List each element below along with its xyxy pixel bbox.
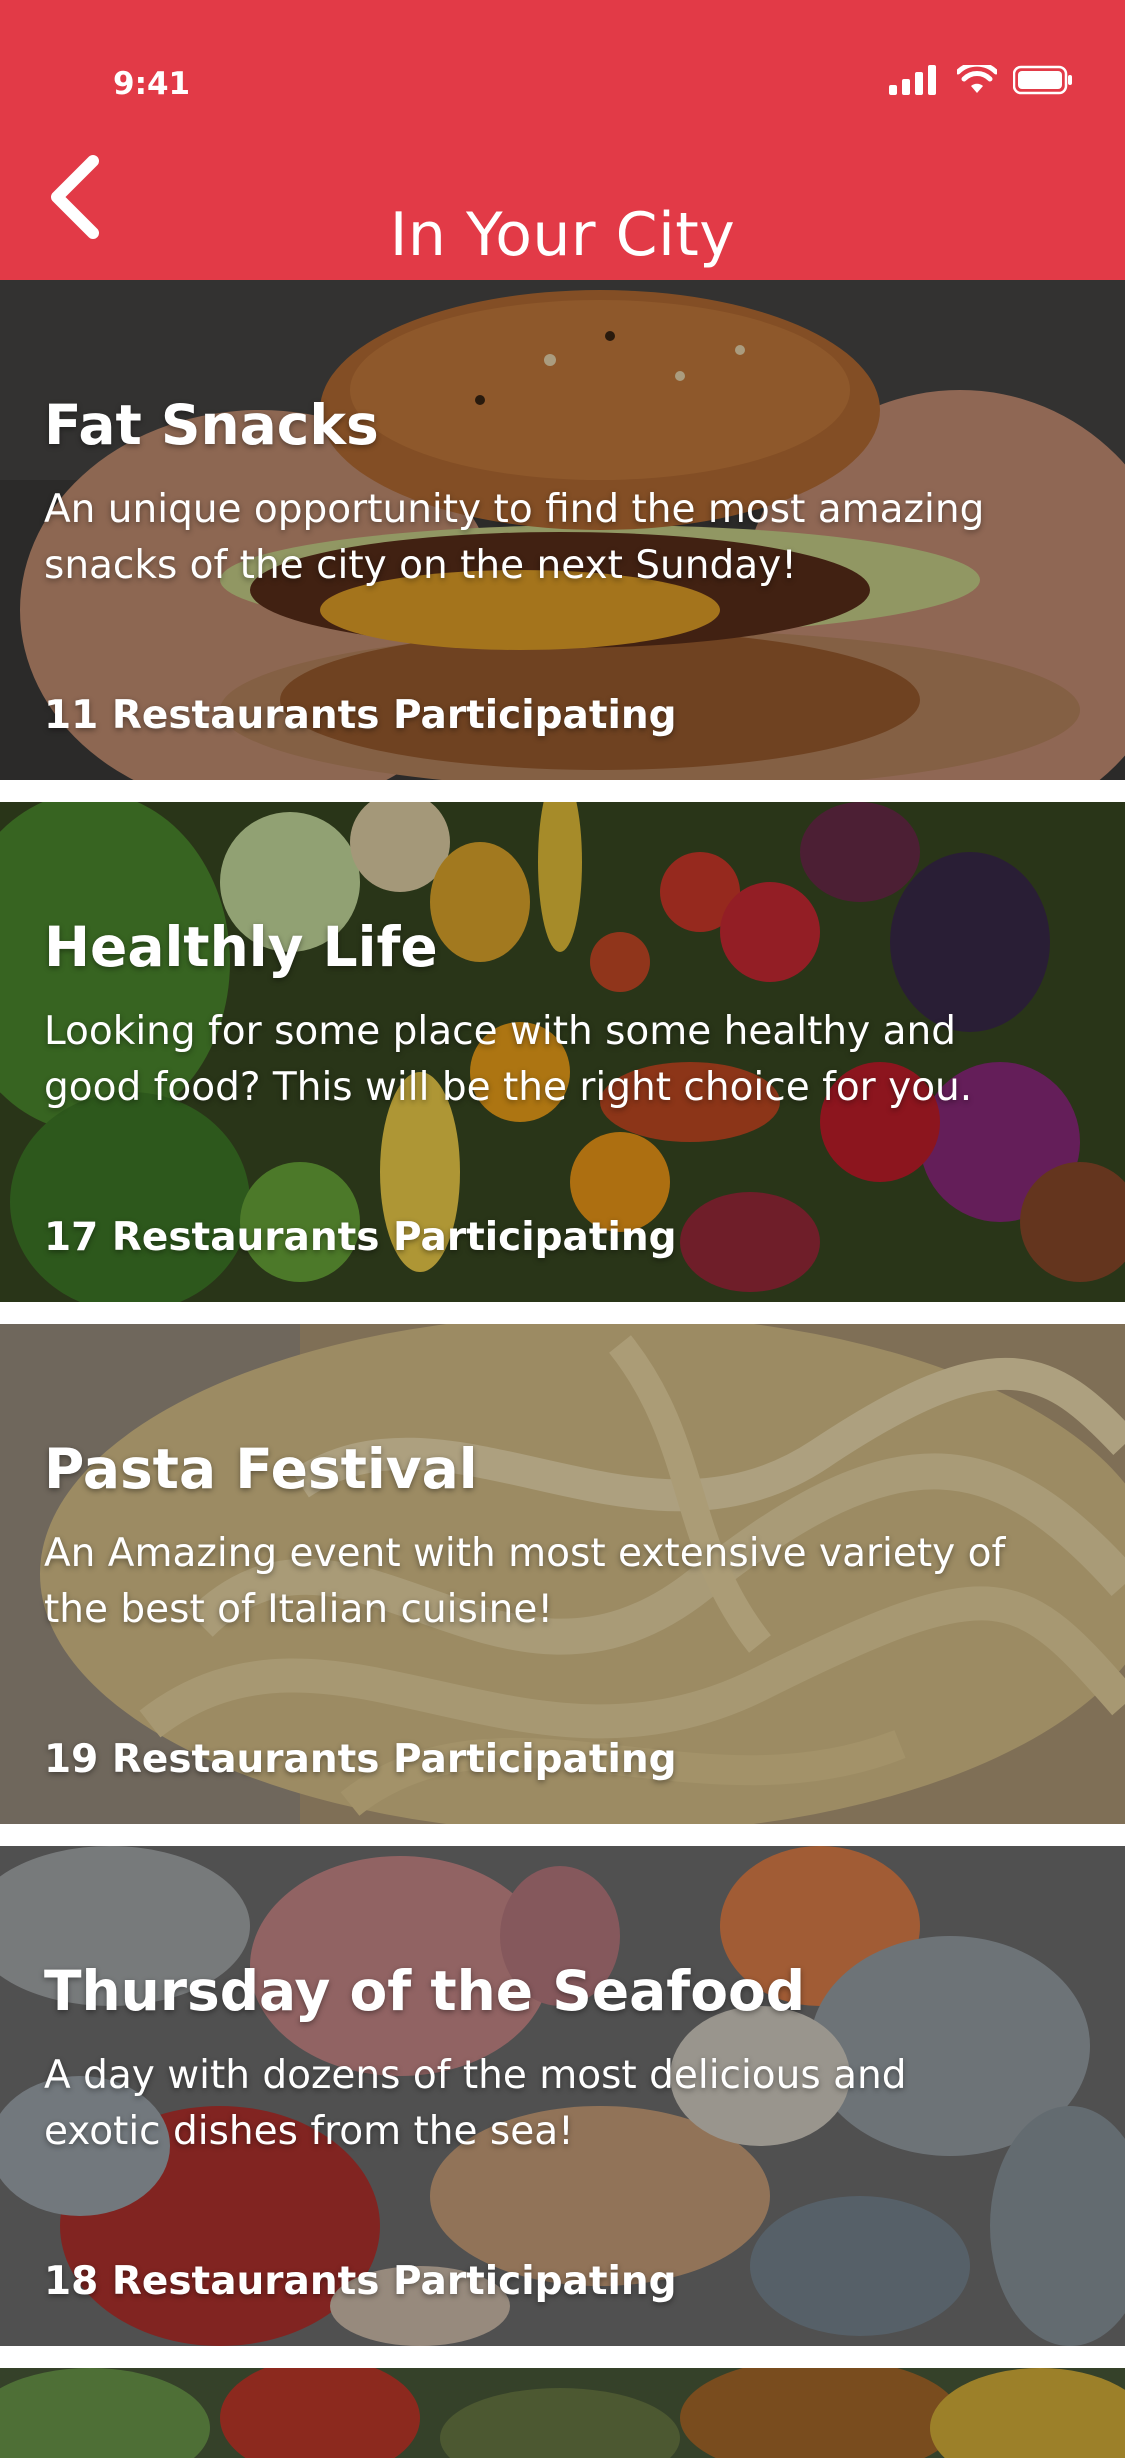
card-title: Pasta Festival [44,1437,478,1501]
card-text: Fat Snacks An unique opportunity to find… [44,395,1015,594]
card-text: Thursday of the Seafood A day with dozen… [44,1961,1015,2160]
card-participant-count: 19 Restaurants Participating [44,1737,677,1782]
card-participant-count: 17 Restaurants Participating [44,1215,677,1260]
card-description: Looking for some place with some healthy… [44,1008,973,1110]
card-title: Thursday of the Seafood [44,1959,806,2023]
wifi-icon [957,65,997,93]
event-card-thursday-of-the-seafood[interactable]: Thursday of the Seafood A day with dozen… [0,1846,1125,2346]
card-description: An unique opportunity to find the most a… [44,486,985,588]
card-description: A day with dozens of the most delicious … [44,2052,907,2154]
card-title: Fat Snacks [44,393,379,457]
image-overlay [0,2368,1125,2458]
status-time: 9:41 [113,66,191,102]
event-card-fat-snacks[interactable]: Fat Snacks An unique opportunity to find… [0,280,1125,780]
event-list: Fat Snacks An unique opportunity to find… [0,280,1125,2458]
status-icons [889,60,1073,100]
event-card-pasta-festival[interactable]: Pasta Festival An Amazing event with mos… [0,1324,1125,1824]
navbar: In Your City [0,132,1125,280]
page-title: In Your City [389,200,736,271]
status-bar: 9:41 [0,0,1125,132]
card-title: Healthly Life [44,915,438,979]
card-participant-count: 11 Restaurants Participating [44,693,677,738]
card-text: Pasta Festival An Amazing event with mos… [44,1439,1015,1638]
event-card-partial[interactable] [0,2368,1125,2458]
event-card-healthly-life[interactable]: Healthly Life Looking for some place wit… [0,802,1125,1302]
card-participant-count: 18 Restaurants Participating [44,2259,677,2304]
signal-icon [889,65,936,95]
battery-icon [1013,65,1072,95]
card-description: An Amazing event with most extensive var… [44,1530,1006,1632]
card-text: Healthly Life Looking for some place wit… [44,917,1015,1116]
